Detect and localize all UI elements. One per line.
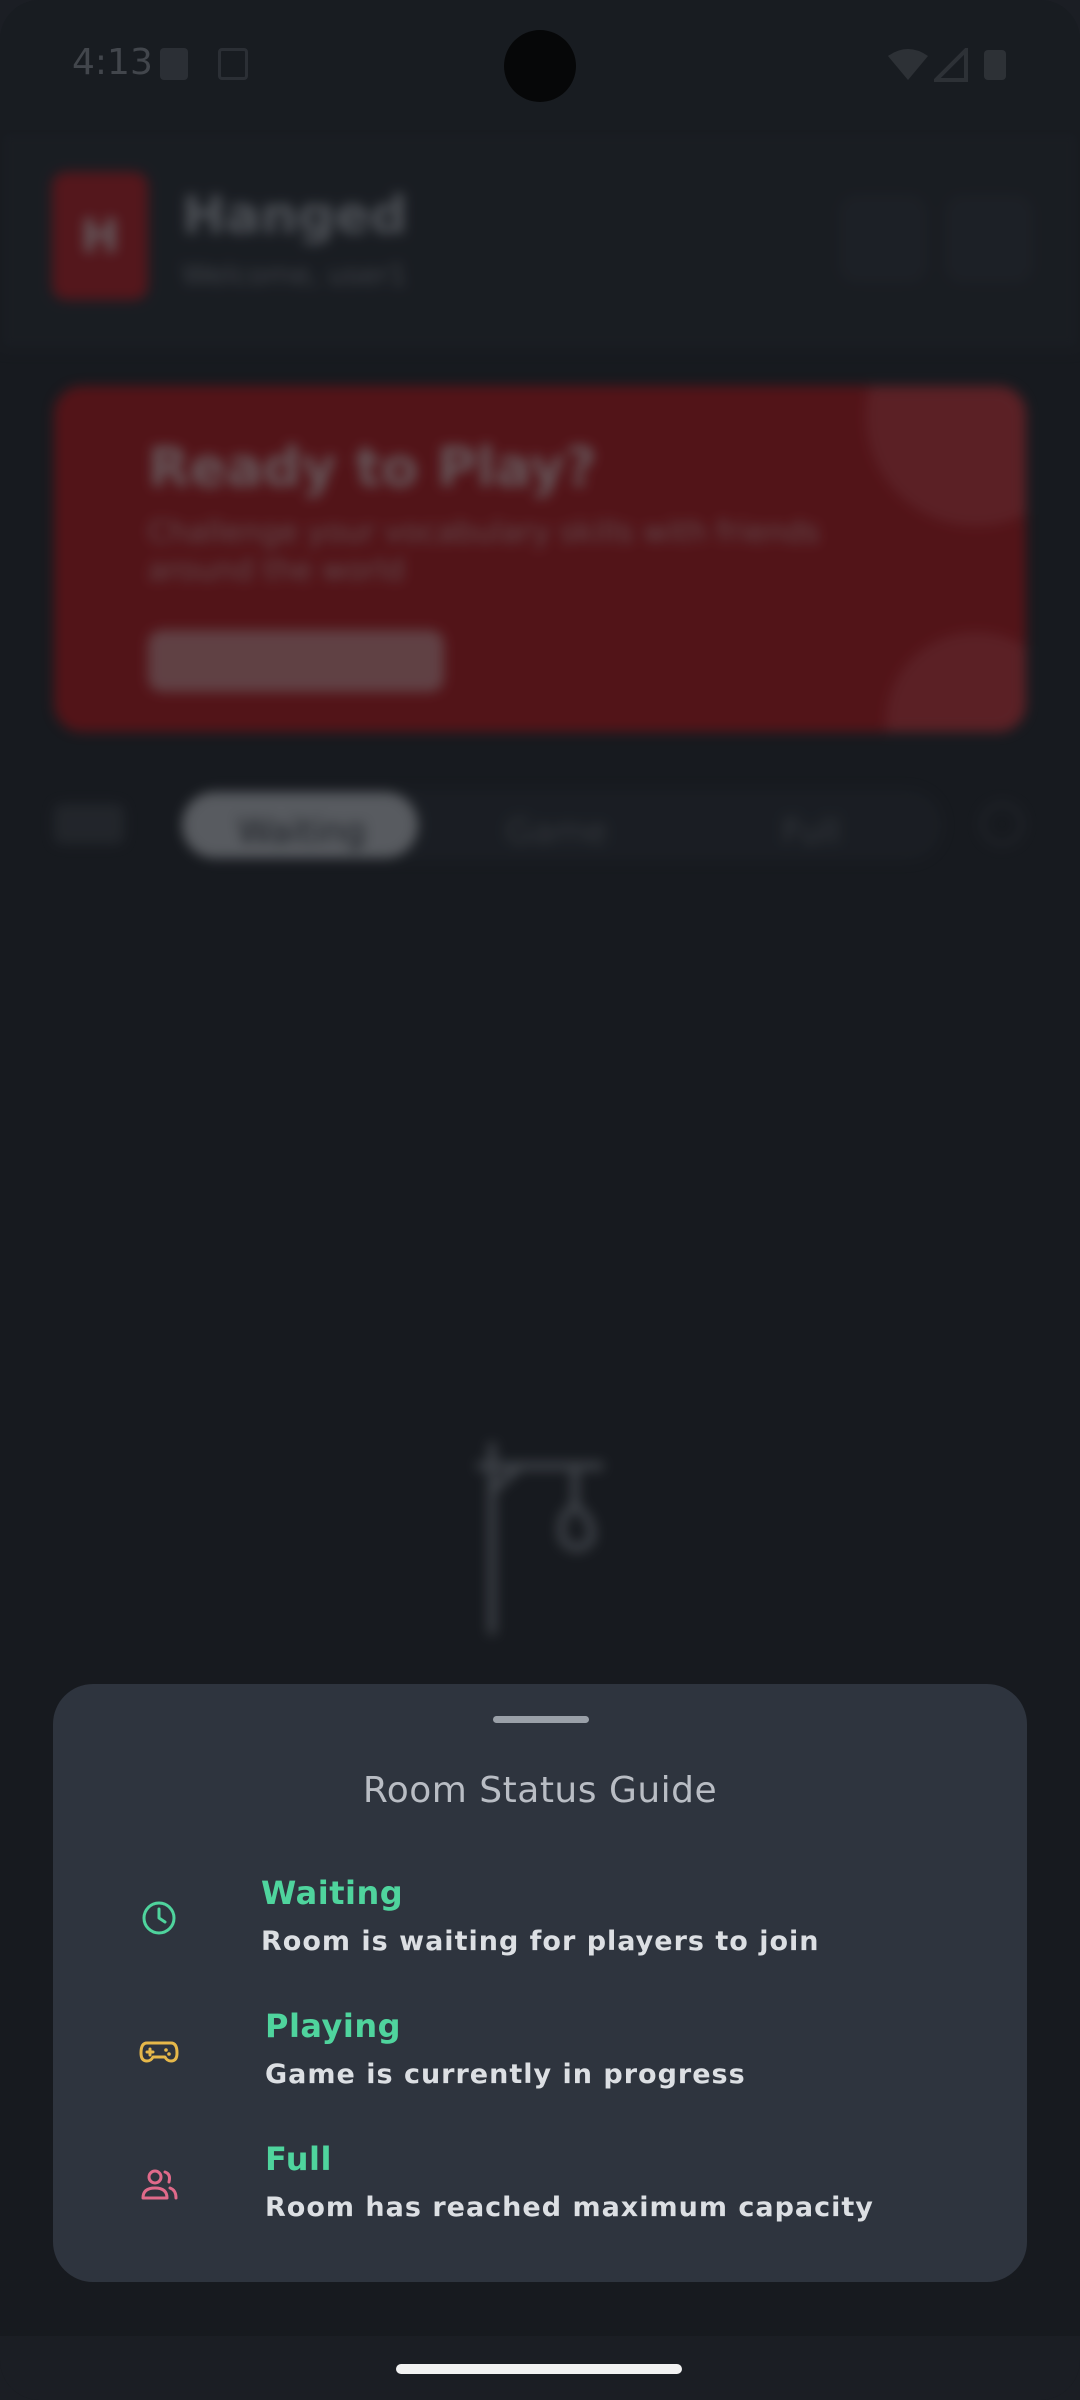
home-gesture-handle[interactable]: [396, 2364, 682, 2374]
status-description: Game is currently in progress: [265, 2059, 746, 2090]
status-description: Room has reached maximum capacity: [265, 2192, 874, 2223]
navigation-bar: [0, 2336, 1080, 2400]
sheet-title: Room Status Guide: [362, 1770, 718, 1811]
status-item-waiting: Waiting Room is waiting for players to j…: [139, 1874, 999, 1984]
screen: H Hanged Welcome, user1 Ready to Play? C…: [0, 0, 1080, 2400]
status-title: Full: [265, 2140, 332, 2178]
status-title: Waiting: [261, 1874, 404, 1912]
sheet-drag-handle[interactable]: [493, 1716, 589, 1723]
status-description: Room is waiting for players to join: [261, 1926, 820, 1957]
users-icon: [141, 2169, 178, 2200]
clock-icon: [142, 1901, 176, 1935]
status-item-playing: Playing Game is currently in progress: [139, 2007, 999, 2117]
status-item-full: Full Room has reached maximum capacity: [139, 2140, 999, 2250]
status-title: Playing: [265, 2007, 402, 2045]
room-status-guide-sheet: Room Status Guide Waiting Room is waitin…: [53, 1684, 1027, 2282]
gamepad-icon: [139, 2041, 179, 2063]
